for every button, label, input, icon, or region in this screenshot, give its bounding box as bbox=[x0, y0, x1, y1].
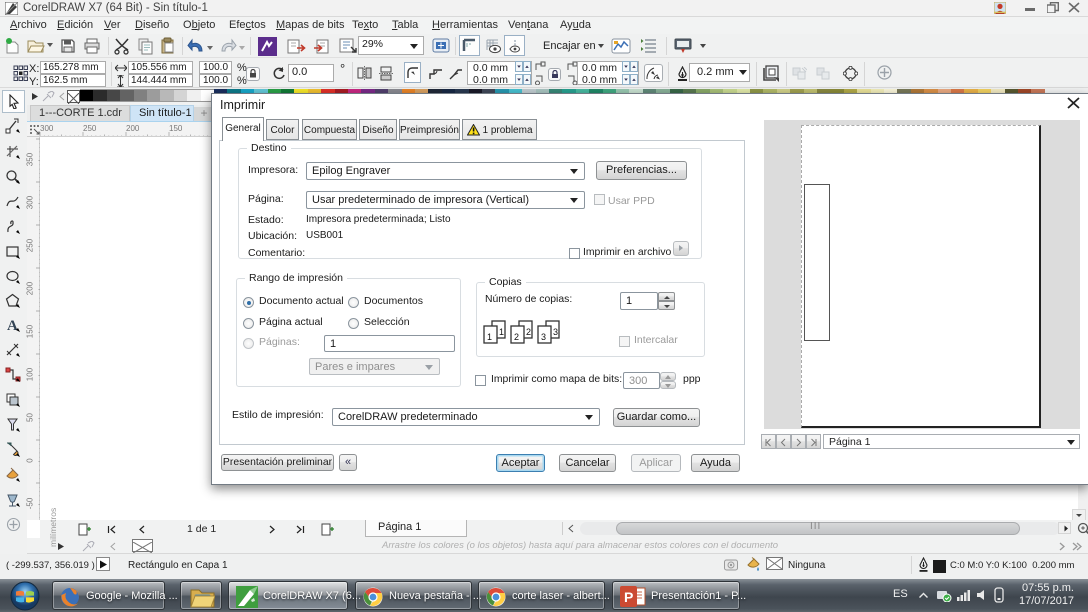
svg-text:3: 3 bbox=[541, 332, 546, 342]
svg-text:1: 1 bbox=[499, 327, 504, 337]
svg-text:1: 1 bbox=[487, 332, 492, 342]
svg-text:2: 2 bbox=[514, 332, 519, 342]
svg-text:P: P bbox=[624, 589, 633, 605]
svg-text:milímetros: milímetros bbox=[48, 508, 58, 547]
svg-text:2: 2 bbox=[526, 327, 531, 337]
svg-text:A: A bbox=[7, 318, 18, 334]
svg-text:3: 3 bbox=[553, 327, 558, 337]
